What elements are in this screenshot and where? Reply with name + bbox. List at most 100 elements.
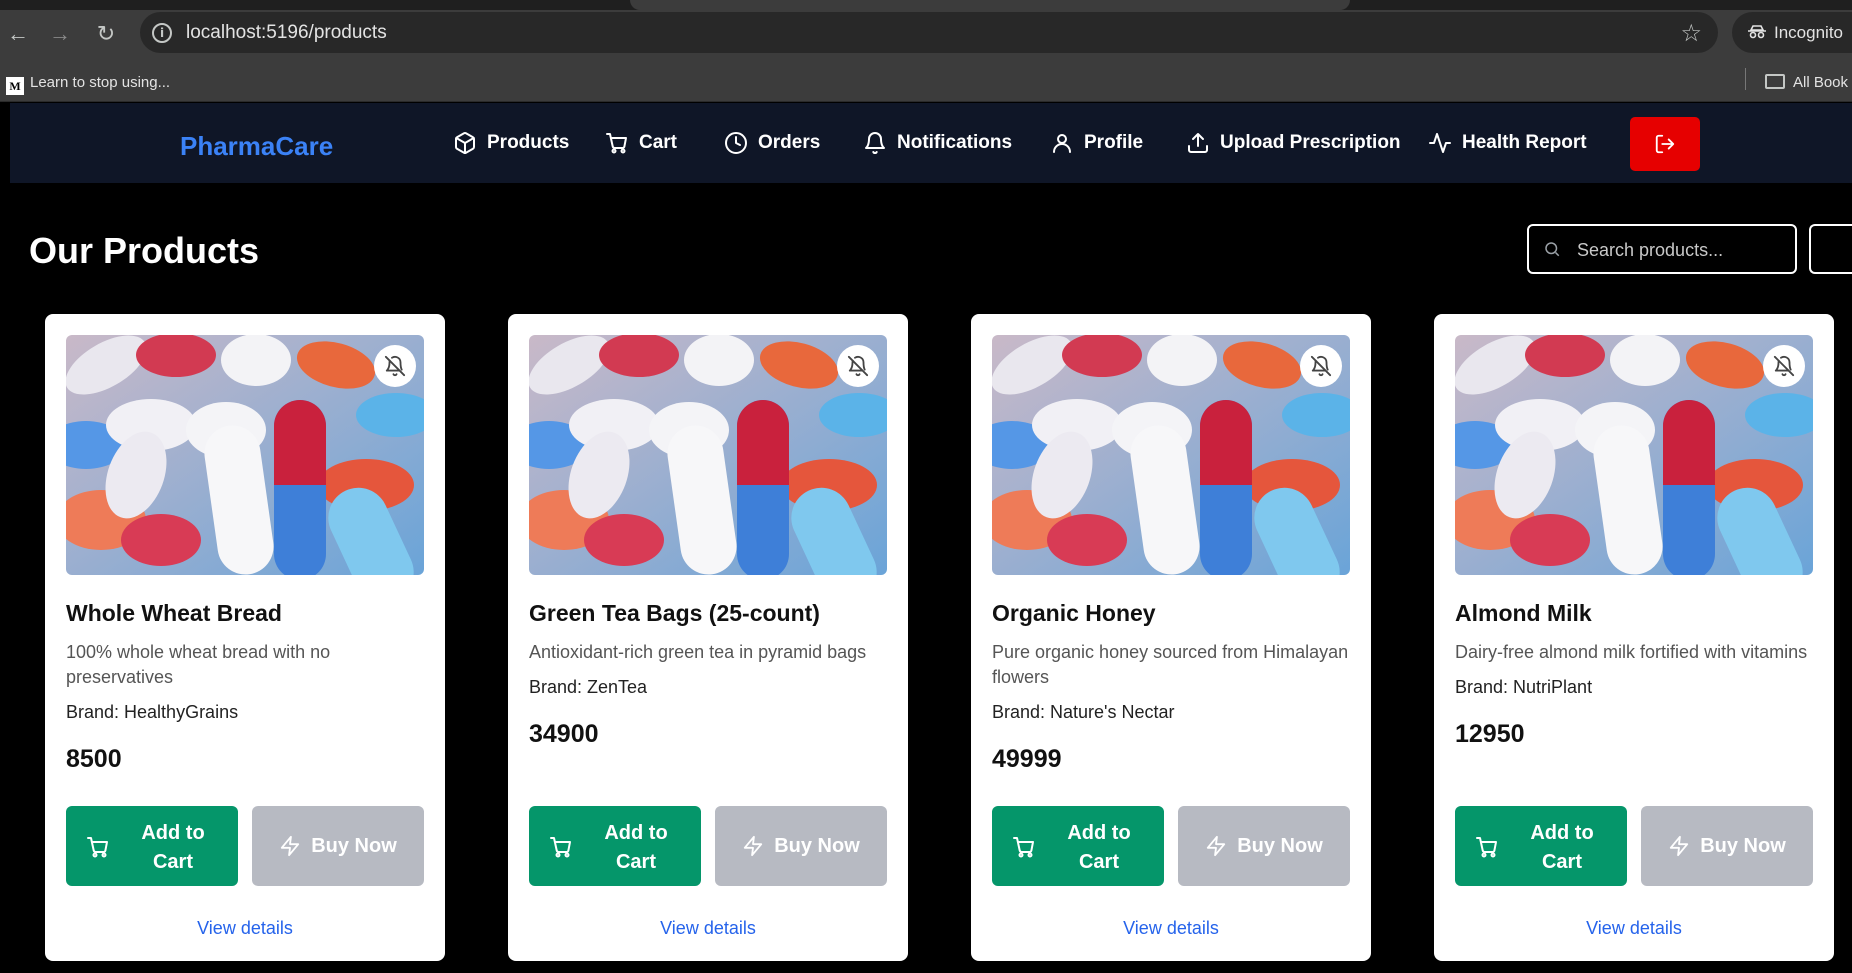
buy-now-label: Buy Now	[311, 834, 397, 857]
nav-item-upload-prescription[interactable]: Upload Prescription	[1186, 131, 1401, 155]
product-image	[1455, 335, 1813, 575]
view-details-link[interactable]: View details	[45, 918, 445, 939]
notify-toggle-button[interactable]	[1300, 345, 1342, 387]
nav-item-profile[interactable]: Profile	[1050, 131, 1143, 155]
add-to-cart-button[interactable]: Add to Cart	[66, 806, 238, 886]
app-navbar: PharmaCare Products Cart Orders Notifica…	[10, 103, 1852, 183]
product-description: Dairy-free almond milk fortified with vi…	[1455, 642, 1808, 662]
activity-icon	[1429, 133, 1451, 153]
product-price: 8500	[66, 745, 122, 773]
buy-now-button[interactable]: Buy Now	[1641, 806, 1813, 886]
nav-item-products[interactable]: Products	[453, 131, 569, 155]
nav-item-label: Products	[487, 132, 570, 153]
incognito-icon	[1748, 25, 1766, 39]
bookmark-item[interactable]: M Learn to stop using...	[6, 70, 170, 96]
logout-icon	[1655, 134, 1675, 154]
buy-now-button[interactable]: Buy Now	[1178, 806, 1350, 886]
lightning-icon	[744, 835, 763, 857]
notify-toggle-button[interactable]	[374, 345, 416, 387]
search-box[interactable]	[1527, 224, 1797, 274]
product-price: 34900	[529, 720, 599, 748]
buy-now-button[interactable]: Buy Now	[715, 806, 887, 886]
bell-off-icon	[1773, 355, 1795, 377]
nav-item-cart[interactable]: Cart	[605, 131, 677, 155]
bookmarks-separator	[1745, 68, 1746, 90]
nav-item-label: Profile	[1084, 132, 1144, 153]
upload-icon	[1188, 133, 1208, 153]
product-card: Almond Milk Dairy-free almond milk forti…	[1434, 314, 1834, 961]
view-details-link[interactable]: View details	[971, 918, 1371, 939]
product-card: Green Tea Bags (25-count) Antioxidant-ri…	[508, 314, 908, 961]
product-name: Almond Milk	[1455, 600, 1592, 626]
cart-icon	[550, 837, 571, 858]
nav-item-health-report[interactable]: Health Report	[1428, 131, 1587, 155]
browser-toolbar: ← → ↻ i localhost:5196/products ☆ Incogn…	[0, 0, 1852, 64]
add-to-cart-button[interactable]: Add to Cart	[529, 806, 701, 886]
bookmark-label: Learn to stop using...	[30, 74, 171, 91]
nav-item-notifications[interactable]: Notifications	[863, 131, 1012, 155]
folder-icon	[1765, 74, 1785, 89]
add-to-cart-label: Add to Cart	[1067, 822, 1131, 873]
product-brand: Brand: ZenTea	[529, 677, 648, 697]
cart-icon	[1476, 837, 1497, 858]
page-title: Our Products	[29, 230, 260, 271]
product-card: Whole Wheat Bread 100% whole wheat bread…	[45, 314, 445, 961]
user-icon	[1053, 134, 1071, 153]
bookmarks-bar: M Learn to stop using...	[0, 64, 1852, 102]
bell-off-icon	[1310, 355, 1332, 377]
add-to-cart-button[interactable]: Add to Cart	[992, 806, 1164, 886]
product-description: Antioxidant-rich green tea in pyramid ba…	[529, 642, 867, 662]
bell-off-icon	[384, 355, 406, 377]
reload-icon[interactable]: ↻	[92, 20, 120, 48]
product-brand: Brand: NutriPlant	[1455, 677, 1593, 697]
add-to-cart-label: Add to Cart	[604, 822, 668, 873]
active-tab[interactable]	[630, 0, 1350, 10]
bell-icon	[865, 132, 885, 155]
add-to-cart-label: Add to Cart	[141, 822, 205, 873]
clock-icon	[725, 132, 747, 154]
product-price: 49999	[992, 745, 1062, 773]
address-bar[interactable]: i localhost:5196/products ☆	[140, 12, 1718, 53]
brand-logo[interactable]: PharmaCare	[180, 131, 333, 162]
buy-now-label: Buy Now	[1237, 834, 1323, 857]
lightning-icon	[1670, 835, 1689, 857]
lightning-icon	[1207, 835, 1226, 857]
all-bookmarks-label: All Book	[1793, 74, 1849, 91]
all-bookmarks-button[interactable]: All Book	[1765, 64, 1848, 102]
tab-strip	[0, 0, 1852, 10]
filter-button[interactable]	[1809, 224, 1852, 274]
product-image	[992, 335, 1350, 575]
cart-icon	[606, 133, 627, 154]
nav-item-label: Cart	[639, 132, 678, 153]
product-description: Pure organic honey sourced from Himalaya…	[992, 642, 1349, 687]
nav-item-orders[interactable]: Orders	[724, 131, 820, 155]
medium-favicon-icon: M	[6, 77, 24, 95]
notify-toggle-button[interactable]	[1763, 345, 1805, 387]
product-name: Organic Honey	[992, 600, 1156, 626]
nav-item-label: Health Report	[1462, 132, 1587, 153]
buy-now-button[interactable]: Buy Now	[252, 806, 424, 886]
url-text[interactable]: localhost:5196/products	[186, 22, 387, 44]
cart-icon	[1013, 837, 1034, 858]
product-name: Green Tea Bags (25-count)	[529, 600, 820, 626]
site-info-icon[interactable]: i	[152, 23, 172, 43]
view-details-link[interactable]: View details	[1434, 918, 1834, 939]
back-icon[interactable]: ←	[4, 20, 32, 48]
nav-item-label: Notifications	[897, 132, 1013, 153]
nav-item-label: Orders	[758, 132, 821, 153]
add-to-cart-button[interactable]: Add to Cart	[1455, 806, 1627, 886]
cart-icon	[87, 837, 108, 858]
product-price: 12950	[1455, 720, 1525, 748]
nav-item-label: Upload Prescription	[1220, 132, 1401, 153]
incognito-indicator[interactable]: Incognito	[1732, 12, 1852, 53]
product-description: 100% whole wheat bread with no preservat…	[66, 642, 331, 687]
buy-now-label: Buy Now	[774, 834, 860, 857]
incognito-label: Incognito	[1774, 23, 1843, 42]
view-details-link[interactable]: View details	[508, 918, 908, 939]
product-brand: Brand: HealthyGrains	[66, 702, 239, 722]
notify-toggle-button[interactable]	[837, 345, 879, 387]
bookmark-star-icon[interactable]: ☆	[1680, 19, 1702, 48]
forward-icon[interactable]: →	[46, 20, 74, 48]
search-input[interactable]	[1577, 236, 1787, 264]
logout-button[interactable]	[1630, 117, 1700, 171]
